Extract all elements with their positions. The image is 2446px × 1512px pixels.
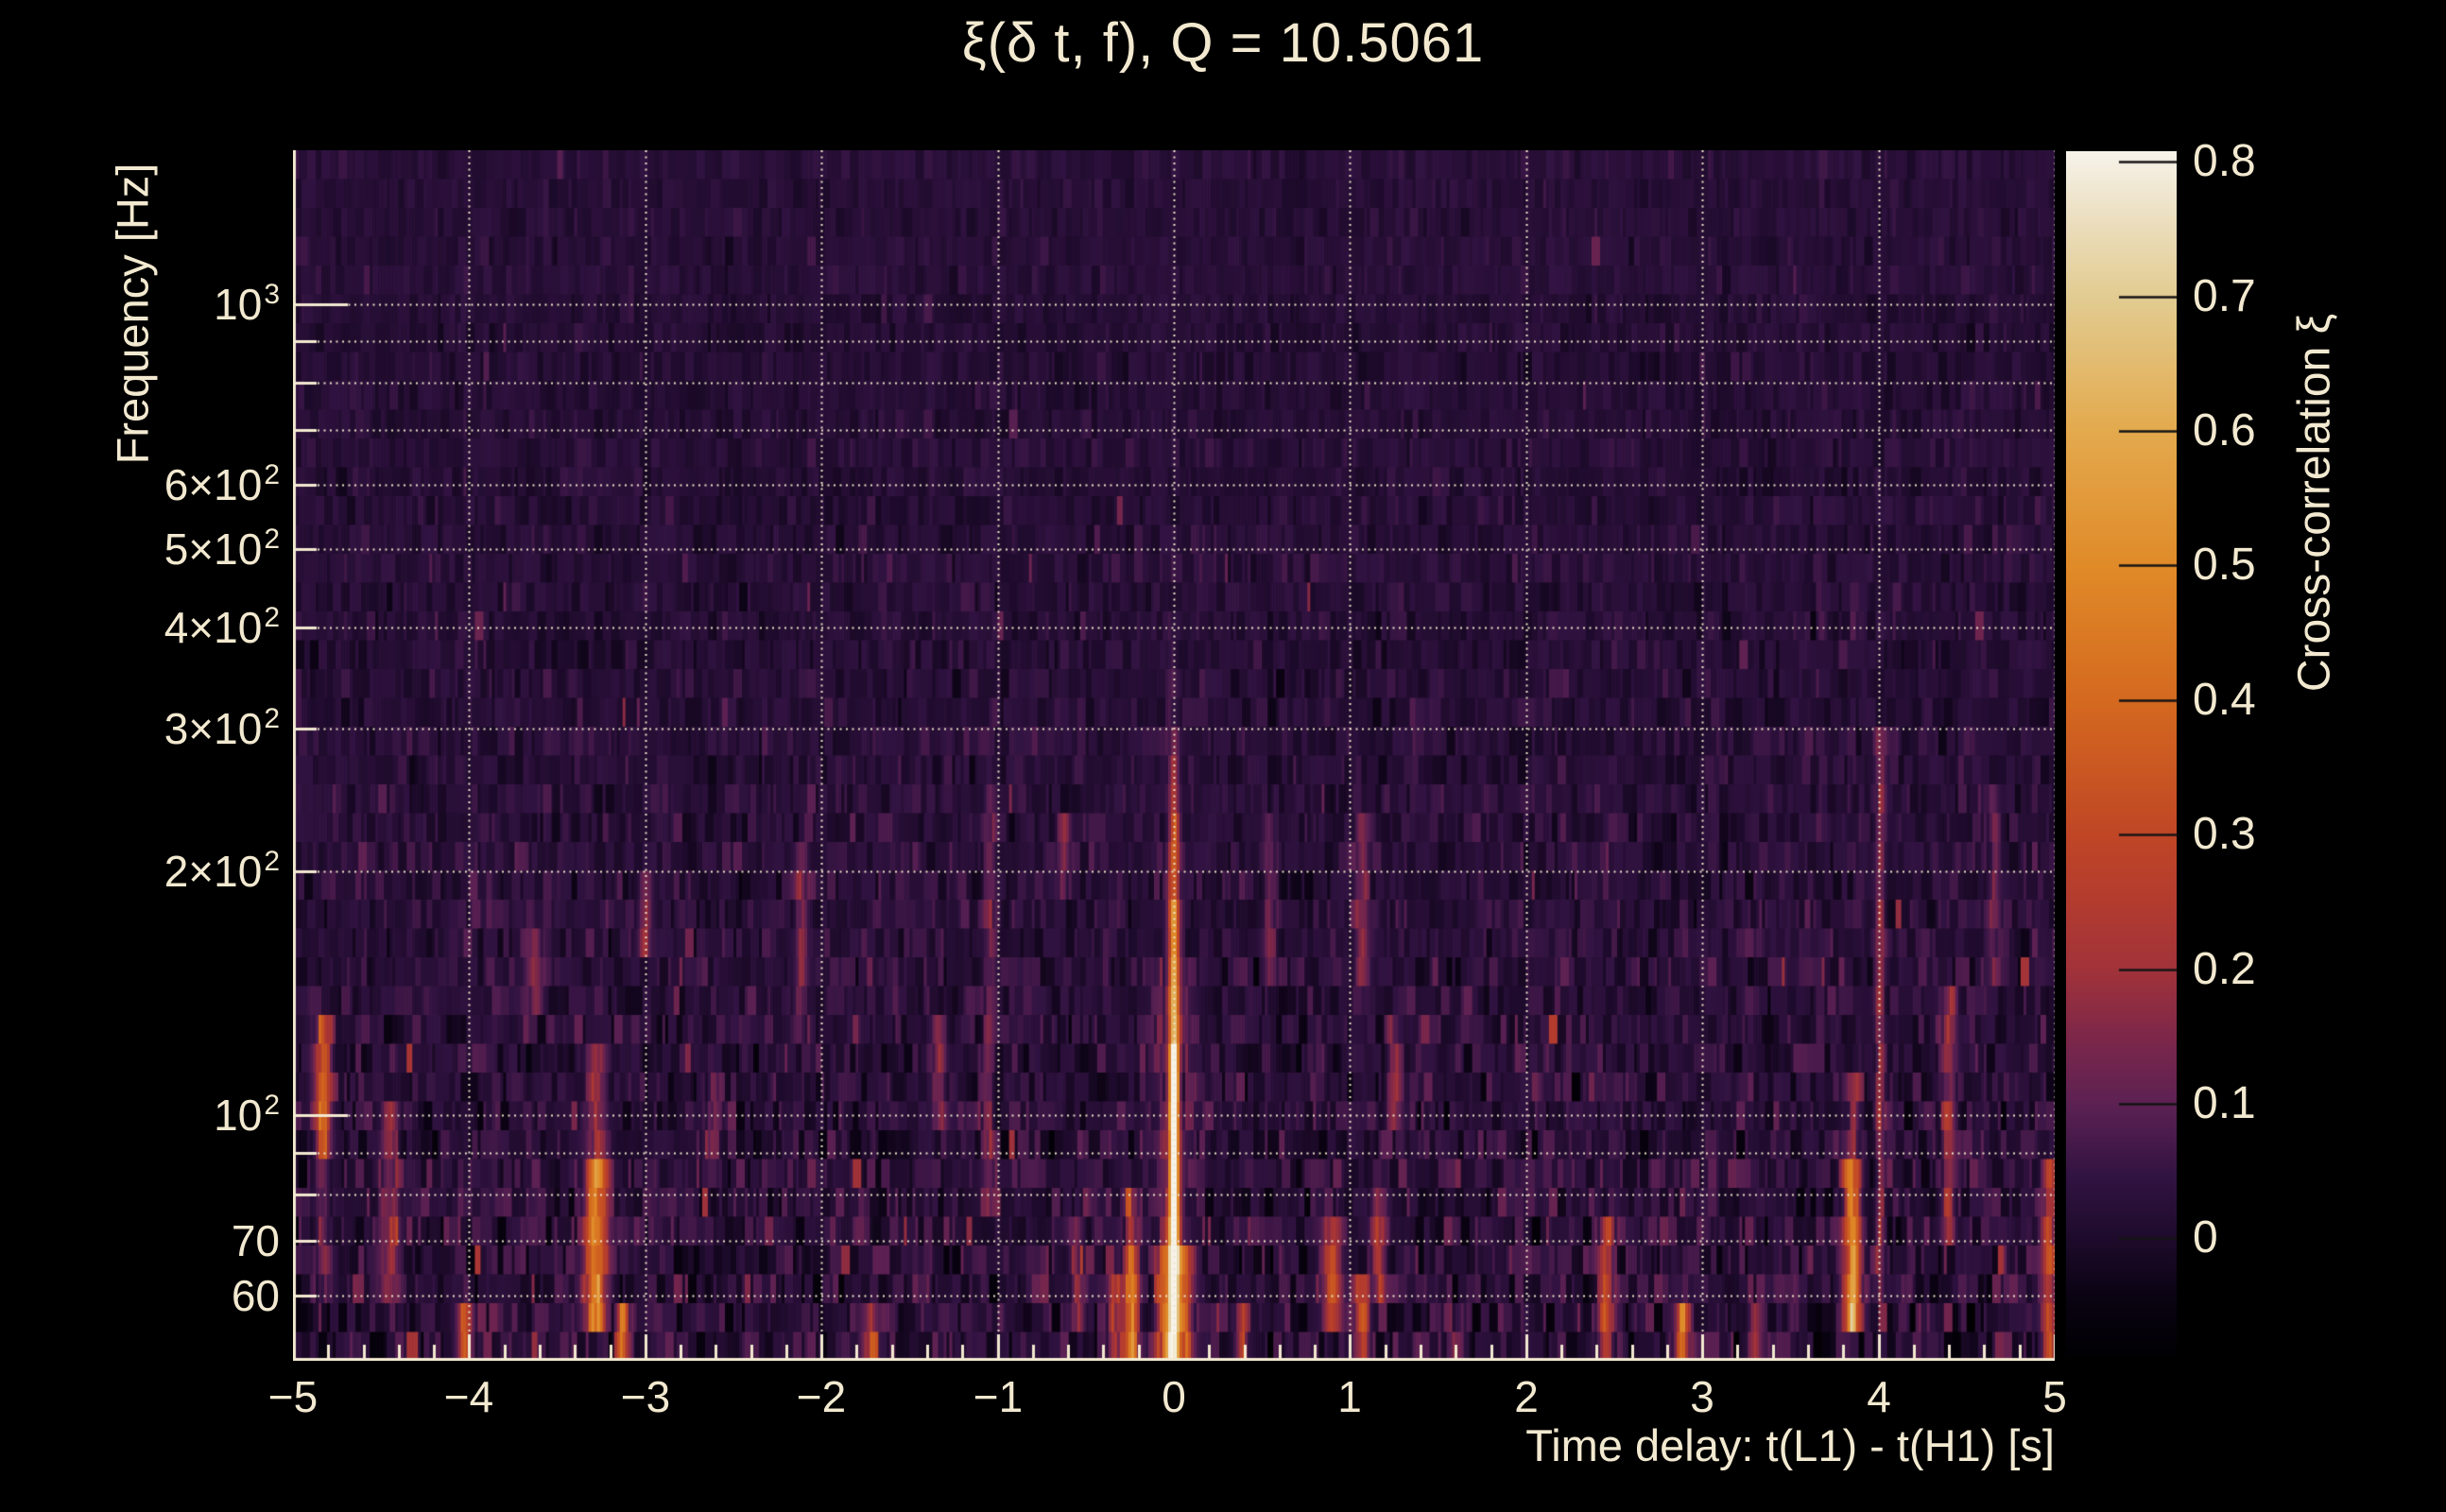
y-tick-label: 102: [214, 1090, 280, 1140]
x-tick-label: 2: [1514, 1372, 1539, 1421]
x-tick-label: −2: [796, 1372, 847, 1421]
x-tick-label: −3: [620, 1372, 671, 1421]
y-axis-title: Frequency [Hz]: [107, 163, 158, 465]
exponent: 2: [264, 846, 280, 877]
colorbar-tick-label: 0.4: [2193, 675, 2256, 725]
y-tick-label: 4×102: [164, 602, 280, 652]
x-tick-label: 5: [2042, 1372, 2067, 1421]
exponent: 2: [264, 1090, 280, 1121]
plot-title: ξ(δ t, f), Q = 10.5061: [961, 12, 1485, 74]
exponent: 2: [264, 459, 280, 490]
colorbar-tick-label: 0.8: [2193, 136, 2256, 186]
y-tick-label: 5×102: [164, 524, 280, 574]
exponent: 3: [264, 279, 280, 310]
colorbar-canvas: [2066, 151, 2177, 1358]
x-tick-label: −4: [443, 1372, 494, 1421]
x-tick-label: 1: [1337, 1372, 1362, 1421]
y-tick-label: 70: [231, 1216, 280, 1265]
exponent: 2: [264, 703, 280, 734]
x-tick-label: 0: [1162, 1372, 1186, 1421]
y-tick-label: 2×102: [164, 846, 280, 896]
y-tick-label: 3×102: [164, 703, 280, 753]
colorbar-tick-label: 0: [2193, 1212, 2218, 1263]
x-tick-label: 3: [1690, 1372, 1714, 1421]
colorbar-tick-label: 0.5: [2193, 540, 2256, 590]
colorbar-tick-label: 0.1: [2193, 1078, 2256, 1128]
colorbar-tick-label: 0.2: [2193, 944, 2256, 994]
y-tick-label: 6×102: [164, 459, 280, 509]
colorbar-tick-label: 0.7: [2193, 271, 2256, 321]
exponent: 2: [264, 524, 280, 555]
x-axis-title: Time delay: t(L1) - t(H1) [s]: [1525, 1420, 2055, 1470]
colorbar-tick-label: 0.6: [2193, 405, 2256, 455]
figure-root: ξ(δ t, f), Q = 10.5061 1 0 3 6×102 5×102 4×10…: [0, 0, 2446, 1512]
x-tick-label: 4: [1867, 1372, 1891, 1421]
x-tick-label: −1: [973, 1372, 1024, 1421]
x-tick-label: −5: [267, 1372, 319, 1421]
exponent: 2: [264, 602, 280, 633]
colorbar-tick-label: 0.3: [2193, 809, 2256, 859]
y-tick-label: 60: [231, 1271, 280, 1320]
colorbar-title: Cross-correlation ξ: [2289, 313, 2340, 693]
spectrogram-canvas: [293, 150, 2055, 1361]
